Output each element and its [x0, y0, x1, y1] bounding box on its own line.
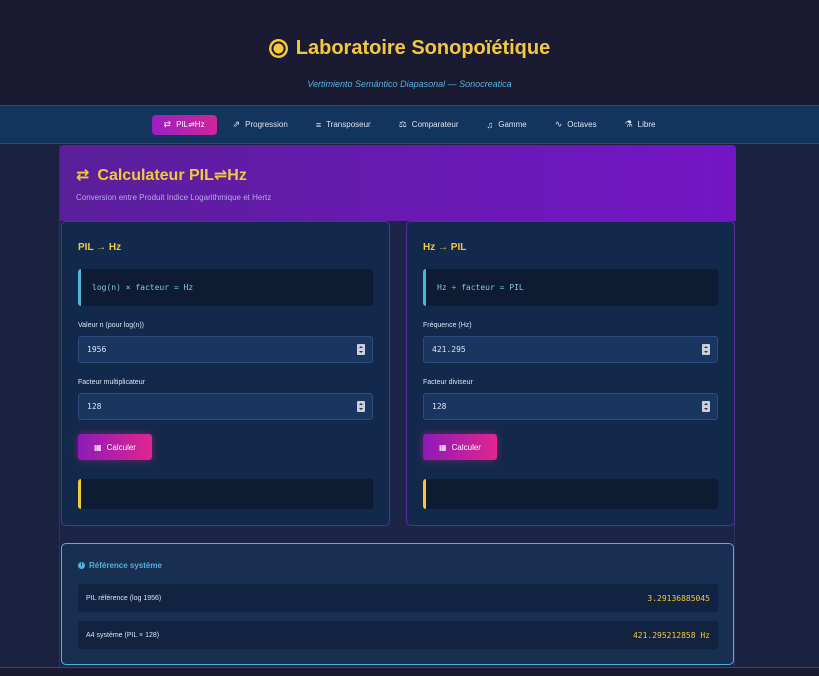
reference-row-a4: A4 système (PIL × 128) 421.295212858 Hz: [78, 621, 718, 649]
tab-pil-hz[interactable]: ⇄ PIL⇌Hz: [151, 114, 217, 135]
tab-label: Libre: [637, 120, 656, 129]
calculate-button[interactable]: ▦ Calculer: [78, 434, 152, 460]
tab-label: Comparateur: [411, 120, 459, 129]
input-value: 128: [432, 402, 447, 411]
reference-label: PIL référence (log 1956): [86, 594, 162, 602]
target-icon: [268, 39, 288, 58]
banner-title: ⇄ Calculateur PIL⇌Hz: [76, 165, 247, 185]
page-title-text: Laboratoire Sonopoïétique: [295, 37, 551, 59]
reference-title: i Référence système: [78, 561, 162, 570]
field-label: Facteur multiplicateur: [78, 379, 145, 386]
page-title: Laboratoire Sonopoïétique: [0, 37, 819, 60]
button-label: Calculer: [451, 442, 481, 452]
field-label: Facteur diviseur: [423, 379, 473, 386]
spinner-icon[interactable]: [357, 401, 365, 412]
input-value: 128: [87, 402, 102, 411]
spinner-icon[interactable]: [702, 344, 710, 355]
banner-subtitle: Conversion entre Produit Indice Logarith…: [76, 193, 272, 202]
reference-title-text: Référence système: [89, 561, 162, 570]
system-reference-panel: i Référence système PIL référence (log 1…: [61, 543, 734, 665]
tab-libre[interactable]: ⚗ Libre: [613, 115, 668, 135]
reference-label: A4 système (PIL × 128): [86, 631, 160, 639]
button-label: Calculer: [106, 442, 136, 452]
chart-line-icon: ⇗: [232, 119, 241, 129]
divisor-input[interactable]: 128: [423, 393, 718, 420]
main-panel: ⇄ Calculateur PIL⇌Hz Conversion entre Pr…: [59, 145, 736, 667]
info-icon: i: [78, 562, 85, 569]
app-header: Laboratoire Sonopoïétique Vertimiento Se…: [0, 0, 819, 106]
banner-title-text: Calculateur PIL⇌Hz: [97, 167, 247, 184]
music-note-icon: ♫: [486, 119, 494, 130]
tab-progression[interactable]: ⇗ Progression: [221, 115, 300, 135]
tab-label: Transposeur: [326, 120, 371, 129]
flask-icon: ⚗: [624, 119, 633, 129]
tab-comparateur[interactable]: ⚖ Comparateur: [387, 115, 471, 135]
wave-icon: ∿: [554, 119, 563, 129]
calculator-banner: ⇄ Calculateur PIL⇌Hz Conversion entre Pr…: [60, 145, 736, 221]
field-label: Fréquence (Hz): [423, 322, 472, 329]
footer-divider: [0, 667, 819, 676]
exchange-icon: ⇄: [163, 119, 172, 129]
spinner-icon[interactable]: [702, 401, 710, 412]
reference-row-pil: PIL référence (log 1956) 3.29136885045: [78, 584, 718, 612]
tab-label: Octaves: [567, 120, 597, 129]
reference-value: 421.295212858 Hz: [632, 630, 710, 640]
calculate-button[interactable]: ▦ Calculer: [423, 434, 497, 460]
input-value: 1956: [87, 345, 107, 354]
calculator-icon: ▦: [439, 442, 447, 452]
card-title: Hz → PIL: [423, 242, 467, 253]
formula-box: Hz ÷ facteur = PIL: [423, 269, 718, 306]
field-label: Valeur n (pour log(n)): [78, 322, 145, 329]
frequency-input[interactable]: 421.295: [423, 336, 718, 363]
card-title: PIL → Hz: [78, 242, 122, 253]
nav-tabs: ⇄ PIL⇌Hz ⇗ Progression ≡ Transposeur ⚖ C…: [0, 106, 819, 144]
multiplier-input[interactable]: 128: [78, 393, 373, 420]
sliders-icon: ≡: [315, 119, 322, 130]
result-box: [78, 479, 373, 509]
tab-octaves[interactable]: ∿ Octaves: [543, 115, 609, 135]
tab-label: Gamme: [498, 120, 527, 129]
spinner-icon[interactable]: [357, 344, 365, 355]
value-n-input[interactable]: 1956: [78, 336, 373, 363]
tab-label: PIL⇌Hz: [176, 120, 205, 129]
tab-transposeur[interactable]: ≡ Transposeur: [304, 115, 383, 135]
page-subtitle: Vertimiento Semántico Diapasonal — Sonoc…: [307, 79, 512, 89]
input-value: 421.295: [432, 345, 466, 354]
result-box: [423, 479, 718, 509]
calculator-icon: ▦: [94, 442, 102, 452]
formula-box: log(n) × facteur = Hz: [78, 269, 373, 306]
tab-gamme[interactable]: ♫ Gamme: [474, 115, 538, 135]
reference-value: 3.29136885045: [647, 593, 710, 603]
exchange-icon: ⇄: [76, 167, 90, 184]
tab-label: Progression: [245, 120, 288, 129]
hz-to-pil-card: Hz → PIL Hz ÷ facteur = PIL Fréquence (H…: [406, 221, 735, 526]
balance-icon: ⚖: [398, 119, 407, 129]
pil-to-hz-card: PIL → Hz log(n) × facteur = Hz Valeur n …: [61, 221, 390, 526]
